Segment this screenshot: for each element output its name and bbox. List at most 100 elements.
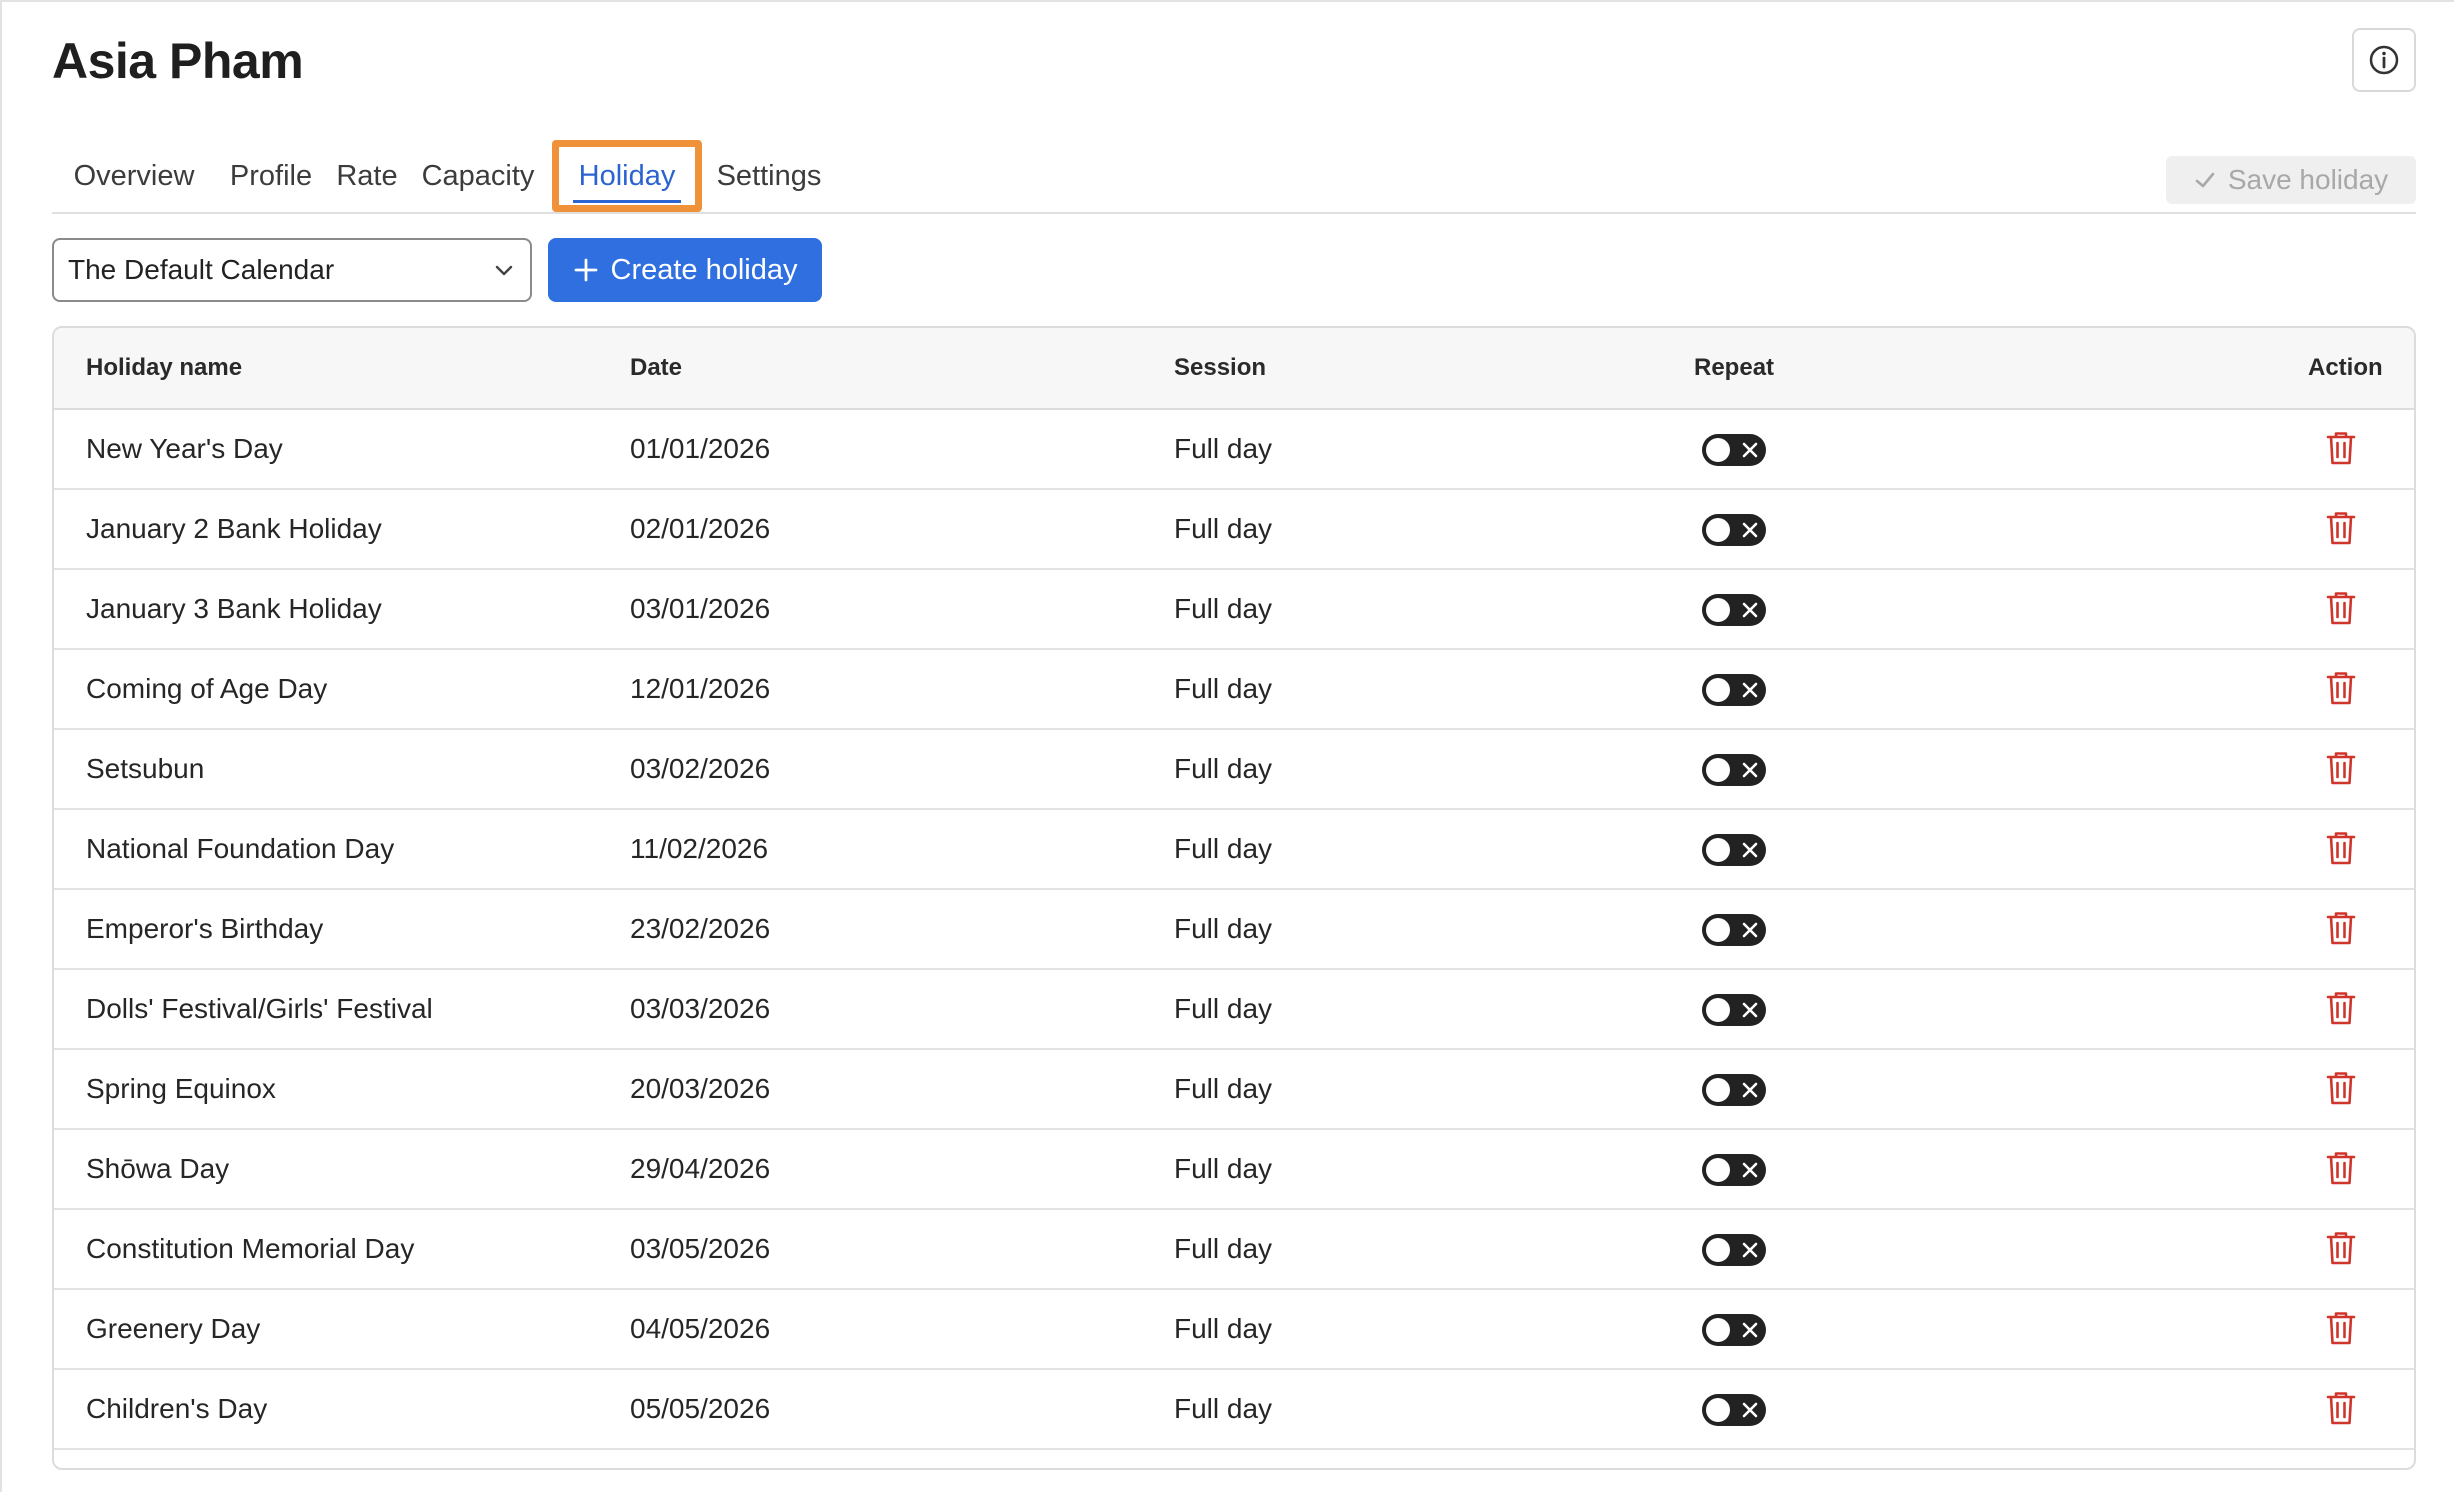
holiday-name-cell: Coming of Age Day	[86, 673, 328, 704]
trash-icon[interactable]	[2326, 910, 2356, 946]
tab-holiday[interactable]: Holiday	[552, 140, 702, 212]
table-body: New Year's Day 01/01/2026 Full day Janua…	[54, 410, 2414, 1450]
close-icon	[1742, 762, 1758, 778]
toggle-knob	[1706, 918, 1730, 942]
header-date: Date	[630, 354, 683, 381]
header-holiday-name: Holiday name	[86, 354, 243, 381]
trash-icon[interactable]	[2326, 1150, 2356, 1186]
check-icon	[2195, 172, 2215, 188]
holiday-name-cell: January 2 Bank Holiday	[86, 513, 382, 544]
repeat-toggle[interactable]	[1702, 834, 1766, 866]
trash-icon[interactable]	[2326, 1390, 2356, 1426]
repeat-toggle[interactable]	[1702, 1234, 1766, 1266]
repeat-toggle[interactable]	[1702, 914, 1766, 946]
toggle-knob	[1706, 998, 1730, 1022]
tab-settings[interactable]: Settings	[706, 140, 832, 212]
table-row: Dolls' Festival/Girls' Festival 03/03/20…	[54, 970, 2414, 1050]
holiday-name-cell: Spring Equinox	[86, 1073, 276, 1104]
repeat-toggle[interactable]	[1702, 674, 1766, 706]
close-icon	[1742, 522, 1758, 538]
save-holiday-label: Save holiday	[2227, 164, 2389, 195]
info-button[interactable]	[2352, 28, 2416, 92]
header-session: Session	[1174, 354, 1267, 381]
calendar-select-value: The Default Calendar	[68, 254, 335, 285]
tab-overview[interactable]: Overview	[52, 140, 216, 212]
close-icon	[1742, 842, 1758, 858]
create-holiday-button[interactable]: Create holiday	[548, 238, 822, 302]
table-row: Children's Day 05/05/2026 Full day	[54, 1370, 2414, 1450]
repeat-toggle[interactable]	[1702, 514, 1766, 546]
holiday-name-cell: Emperor's Birthday	[86, 913, 324, 944]
session-cell: Full day	[1174, 1153, 1273, 1184]
repeat-toggle[interactable]	[1702, 1314, 1766, 1346]
trash-icon[interactable]	[2326, 1310, 2356, 1346]
trash-icon[interactable]	[2326, 830, 2356, 866]
toggle-knob	[1706, 1318, 1730, 1342]
table-row: New Year's Day 01/01/2026 Full day	[54, 410, 2414, 490]
session-cell: Full day	[1174, 833, 1273, 864]
toggle-knob	[1706, 1398, 1730, 1422]
repeat-toggle[interactable]	[1702, 994, 1766, 1026]
date-cell: 03/03/2026	[630, 993, 771, 1024]
date-cell: 01/01/2026	[630, 433, 771, 464]
tab-rate[interactable]: Rate	[326, 140, 408, 212]
table-row: Setsubun 03/02/2026 Full day	[54, 730, 2414, 810]
table-row: Shōwa Day 29/04/2026 Full day	[54, 1130, 2414, 1210]
date-cell: 20/03/2026	[630, 1073, 771, 1104]
chevron-down-icon	[495, 265, 513, 276]
trash-icon[interactable]	[2326, 1070, 2356, 1106]
tab-capacity[interactable]: Capacity	[412, 140, 544, 212]
save-holiday-button[interactable]: Save holiday	[2166, 156, 2416, 204]
trash-icon[interactable]	[2326, 750, 2356, 786]
date-cell: 03/02/2026	[630, 753, 771, 784]
close-icon	[1742, 1162, 1758, 1178]
date-cell: 02/01/2026	[630, 513, 771, 544]
date-cell: 04/05/2026	[630, 1313, 771, 1344]
trash-icon[interactable]	[2326, 590, 2356, 626]
date-cell: 05/05/2026	[630, 1393, 771, 1424]
session-cell: Full day	[1174, 1073, 1273, 1104]
close-icon	[1742, 1082, 1758, 1098]
trash-icon[interactable]	[2326, 430, 2356, 466]
date-cell: 03/05/2026	[630, 1233, 771, 1264]
page-title: Asia Pham	[52, 33, 304, 89]
create-holiday-label: Create holiday	[610, 253, 798, 286]
toggle-knob	[1706, 1158, 1730, 1182]
trash-icon[interactable]	[2326, 670, 2356, 706]
date-cell: 03/01/2026	[630, 593, 771, 624]
session-cell: Full day	[1174, 593, 1273, 624]
session-cell: Full day	[1174, 1313, 1273, 1344]
trash-icon[interactable]	[2326, 990, 2356, 1026]
holiday-name-cell: Children's Day	[86, 1393, 268, 1424]
repeat-toggle[interactable]	[1702, 1074, 1766, 1106]
session-cell: Full day	[1174, 673, 1273, 704]
close-icon	[1742, 1002, 1758, 1018]
repeat-toggle[interactable]	[1702, 1154, 1766, 1186]
session-cell: Full day	[1174, 1233, 1273, 1264]
close-icon	[1742, 922, 1758, 938]
holiday-name-cell: Greenery Day	[86, 1313, 261, 1344]
table-header: Holiday name Date Session Repeat Action	[54, 328, 2414, 410]
holiday-page: Asia Pham Overview Profile Rate Capacity…	[0, 0, 2454, 1492]
date-cell: 11/02/2026	[630, 833, 769, 864]
repeat-toggle[interactable]	[1702, 754, 1766, 786]
session-cell: Full day	[1174, 1393, 1273, 1424]
toggle-knob	[1706, 438, 1730, 462]
repeat-toggle[interactable]	[1702, 434, 1766, 466]
date-cell: 12/01/2026	[630, 673, 771, 704]
table-row: Emperor's Birthday 23/02/2026 Full day	[54, 890, 2414, 970]
tab-profile[interactable]: Profile	[220, 140, 322, 212]
holiday-name-cell: Constitution Memorial Day	[86, 1233, 415, 1264]
repeat-toggle[interactable]	[1702, 594, 1766, 626]
trash-icon[interactable]	[2326, 1230, 2356, 1266]
close-icon	[1742, 602, 1758, 618]
holiday-name-cell: Dolls' Festival/Girls' Festival	[86, 993, 433, 1024]
holiday-name-cell: Shōwa Day	[86, 1153, 230, 1184]
trash-icon[interactable]	[2326, 510, 2356, 546]
date-cell: 29/04/2026	[630, 1153, 771, 1184]
header-action: Action	[2308, 354, 2383, 381]
calendar-select[interactable]: The Default Calendar	[52, 238, 532, 302]
session-cell: Full day	[1174, 913, 1273, 944]
toggle-knob	[1706, 1238, 1730, 1262]
repeat-toggle[interactable]	[1702, 1394, 1766, 1426]
